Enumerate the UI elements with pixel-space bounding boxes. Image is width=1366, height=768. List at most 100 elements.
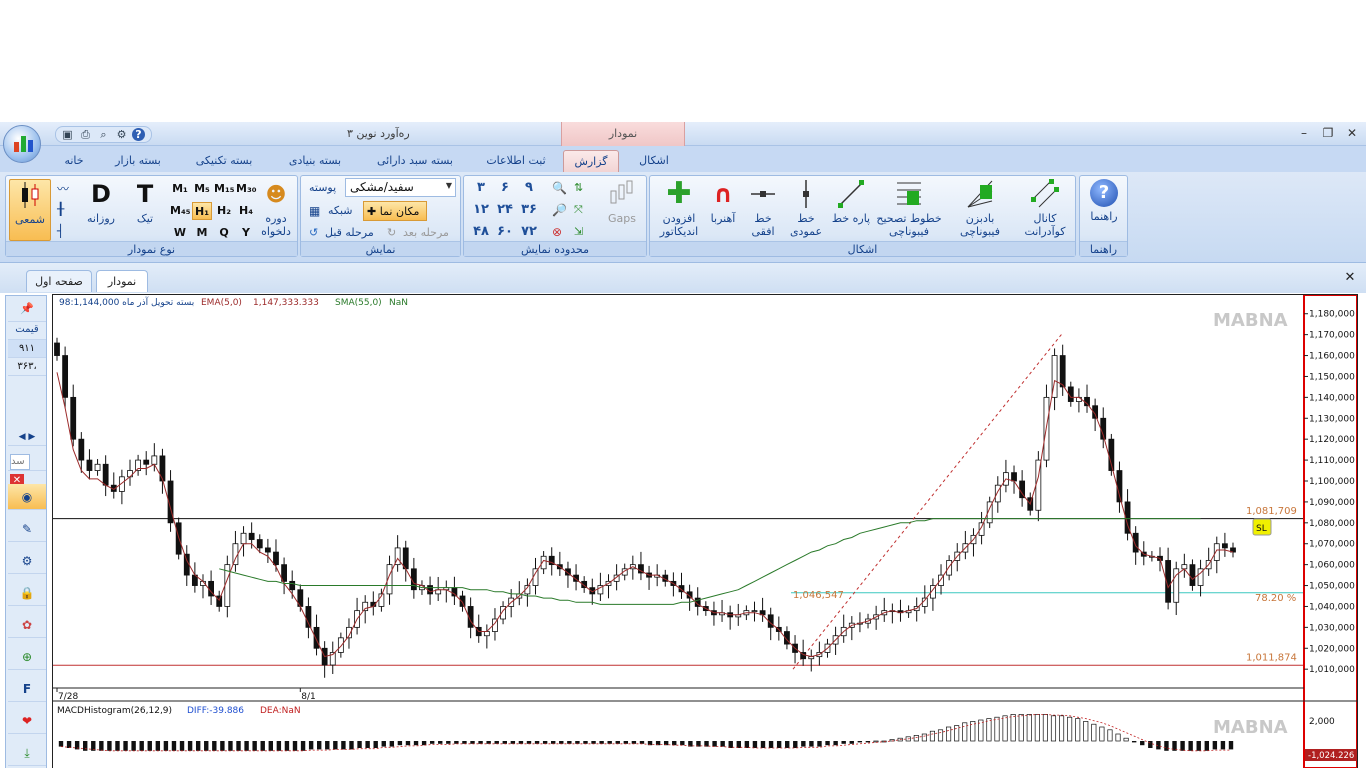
range-2[interactable]: ۹ (518, 180, 540, 195)
range-0[interactable]: ۳ (470, 180, 492, 195)
fit-chart-icon[interactable]: ⇲ (574, 225, 583, 238)
side-tool-formula-icon[interactable]: F (8, 676, 46, 702)
tab-market-pack[interactable]: بسته بازار (104, 150, 172, 172)
range-5[interactable]: ۳۶ (518, 202, 540, 217)
save-icon[interactable]: ▣ (60, 127, 75, 142)
hlc-chart-icon[interactable]: ┤ (57, 224, 71, 238)
range-3[interactable]: ۱۲ (470, 202, 492, 217)
range-8[interactable]: ۷۲ (518, 224, 540, 239)
minimize-button[interactable]: – (1294, 125, 1314, 141)
interval-2[interactable]: M₁₅ (214, 180, 235, 198)
quadrant-channel-button[interactable]: کانال کوآدرانت (1016, 179, 1074, 241)
side-tool-globe-icon[interactable]: ⊕ (8, 644, 46, 670)
line-segment-button[interactable]: پاره خط (830, 179, 872, 241)
add-indicator-button[interactable]: ✚ افزودن اندیکاتور (654, 179, 704, 241)
help-button[interactable]: ? راهنما (1084, 179, 1124, 241)
close-window-button[interactable]: ✕ (1342, 125, 1362, 141)
range-1[interactable]: ۶ (494, 180, 516, 195)
tab-shapes[interactable]: اشکال (628, 150, 680, 172)
side-tool-edit-icon[interactable]: ✎ (8, 516, 46, 542)
redo-icon[interactable]: ↻ (387, 226, 396, 239)
side-tool-export-icon[interactable]: ⤓ (8, 740, 46, 766)
chart-area[interactable]: 98:1,144,000 بسته تحویل آذر ماه EMA(5,0) 1… (52, 294, 1358, 768)
application-orb-button[interactable] (3, 125, 41, 163)
zoom-out-icon[interactable]: 🔎 (552, 203, 567, 217)
interval-4[interactable]: M₄₅ (170, 202, 191, 220)
magnet-button[interactable]: ∩ آهنربا (704, 179, 742, 241)
macd-bar (1059, 715, 1065, 742)
grid-icon[interactable]: ▦ (309, 204, 320, 218)
tick-button[interactable]: T تیک (128, 179, 162, 241)
range-7[interactable]: ۶۰ (494, 224, 516, 239)
interval-11[interactable]: Y (236, 224, 256, 242)
interval-1[interactable]: M₅ (192, 180, 212, 198)
undo-icon[interactable]: ↺ (309, 226, 318, 239)
side-tool-chart-icon[interactable]: ◉ (8, 484, 46, 510)
interval-6[interactable]: H₂ (214, 202, 234, 220)
horizontal-line-button[interactable]: خط افقی (744, 179, 782, 241)
side-tool-lock-icon[interactable]: 🔒 (8, 580, 46, 606)
doc-tab-home-page[interactable]: صفحه اول (26, 270, 92, 292)
print-preview-icon[interactable]: ⌕ (96, 127, 111, 142)
price-chart[interactable]: 98:1,144,000 بسته تحویل آذر ماه EMA(5,0) 1… (53, 294, 1358, 768)
interval-0[interactable]: M₁ (170, 180, 190, 198)
skin-select[interactable]: سفید/مشکی ▼ (345, 178, 456, 197)
macd-bar (421, 741, 427, 746)
interval-9[interactable]: M (192, 224, 212, 242)
pin-icon[interactable]: 📌 (8, 296, 46, 322)
tab-report[interactable]: گزارش (563, 150, 619, 172)
tab-fundamental-pack[interactable]: بسته بنیادی (278, 150, 352, 172)
tab-portfolio-pack[interactable]: بسته سبد دارائی (366, 150, 464, 172)
y-tick-label: 1,170,000 (1309, 331, 1355, 341)
search-input[interactable] (10, 453, 30, 470)
print-icon[interactable]: ⎙ (78, 127, 93, 142)
macd-bar (373, 741, 378, 748)
macd-bar (1140, 741, 1145, 746)
previous-step-button[interactable]: مرحله قبل (325, 226, 374, 239)
scroll-chart-icon[interactable]: ⇅ (574, 181, 583, 194)
vertical-line-button[interactable]: خط عمودی (786, 179, 826, 241)
side-tool-heart-icon[interactable]: ❤ (8, 708, 46, 734)
interval-7[interactable]: H₄ (236, 202, 256, 220)
macd-bar (99, 741, 104, 751)
daily-button[interactable]: D روزانه (84, 179, 118, 241)
macd-badge-text: -1,024.226 (1308, 751, 1354, 761)
fibonacci-retracement-button[interactable]: خطوط تصحیح فیبوناچی (874, 179, 944, 241)
tab-home[interactable]: خانه (56, 150, 92, 172)
interval-5[interactable]: H₁ (192, 202, 212, 220)
tab-technical-pack[interactable]: بسته تکنیکی (184, 150, 264, 172)
interval-10[interactable]: Q (214, 224, 234, 242)
y-tick-label: 1,180,000 (1309, 310, 1355, 320)
y-tick-label: 1,150,000 (1309, 372, 1355, 382)
range-4[interactable]: ۲۴ (494, 202, 516, 217)
macd-bar (575, 741, 580, 744)
next-step-button[interactable]: مرحله بعد (403, 226, 449, 239)
gaps-button[interactable]: Gaps (602, 179, 642, 241)
interval-3[interactable]: M₃₀ (236, 180, 257, 198)
cursor-button[interactable]: ✚ مکان نما (363, 201, 427, 221)
scroll-arrows[interactable]: ◀ ▶ (8, 428, 46, 446)
tab-data-entry[interactable]: ثبت اطلاعات (478, 150, 554, 172)
macd-bar (139, 741, 144, 751)
fibonacci-fan-button[interactable]: بادبزن فیبوناچی (950, 179, 1010, 241)
close-doc-icon[interactable]: ✕ (1341, 269, 1359, 287)
doc-tab-chart[interactable]: نمودار (96, 270, 148, 292)
candle-chart-button[interactable]: شمعی (9, 179, 51, 241)
macd-title: MACDHistogram(26,12,9) (57, 706, 172, 716)
help-small-icon[interactable]: ? (132, 128, 145, 141)
auto-scale-icon[interactable]: ⤧ (574, 203, 583, 217)
interval-8[interactable]: W (170, 224, 190, 242)
settings-icon[interactable]: ⚙ (114, 127, 129, 142)
bar-chart-icon[interactable]: ╂ (57, 202, 71, 216)
side-tool-alert-icon[interactable]: ✿ (8, 612, 46, 638)
custom-period-button[interactable]: ☻ دوره دلخواه (256, 179, 296, 241)
side-tool-settings-icon[interactable]: ⚙ (8, 548, 46, 574)
zoom-reset-icon[interactable]: ⊗ (552, 225, 562, 239)
range-6[interactable]: ۴۸ (470, 224, 492, 239)
restore-button[interactable]: ❐ (1318, 125, 1338, 141)
line-chart-icon[interactable]: 〰 (57, 180, 71, 197)
macd-bar (494, 741, 499, 744)
macd-bar (929, 730, 935, 742)
zoom-in-icon[interactable]: 🔍 (552, 181, 567, 195)
grid-toggle[interactable]: شبکه (328, 204, 353, 217)
